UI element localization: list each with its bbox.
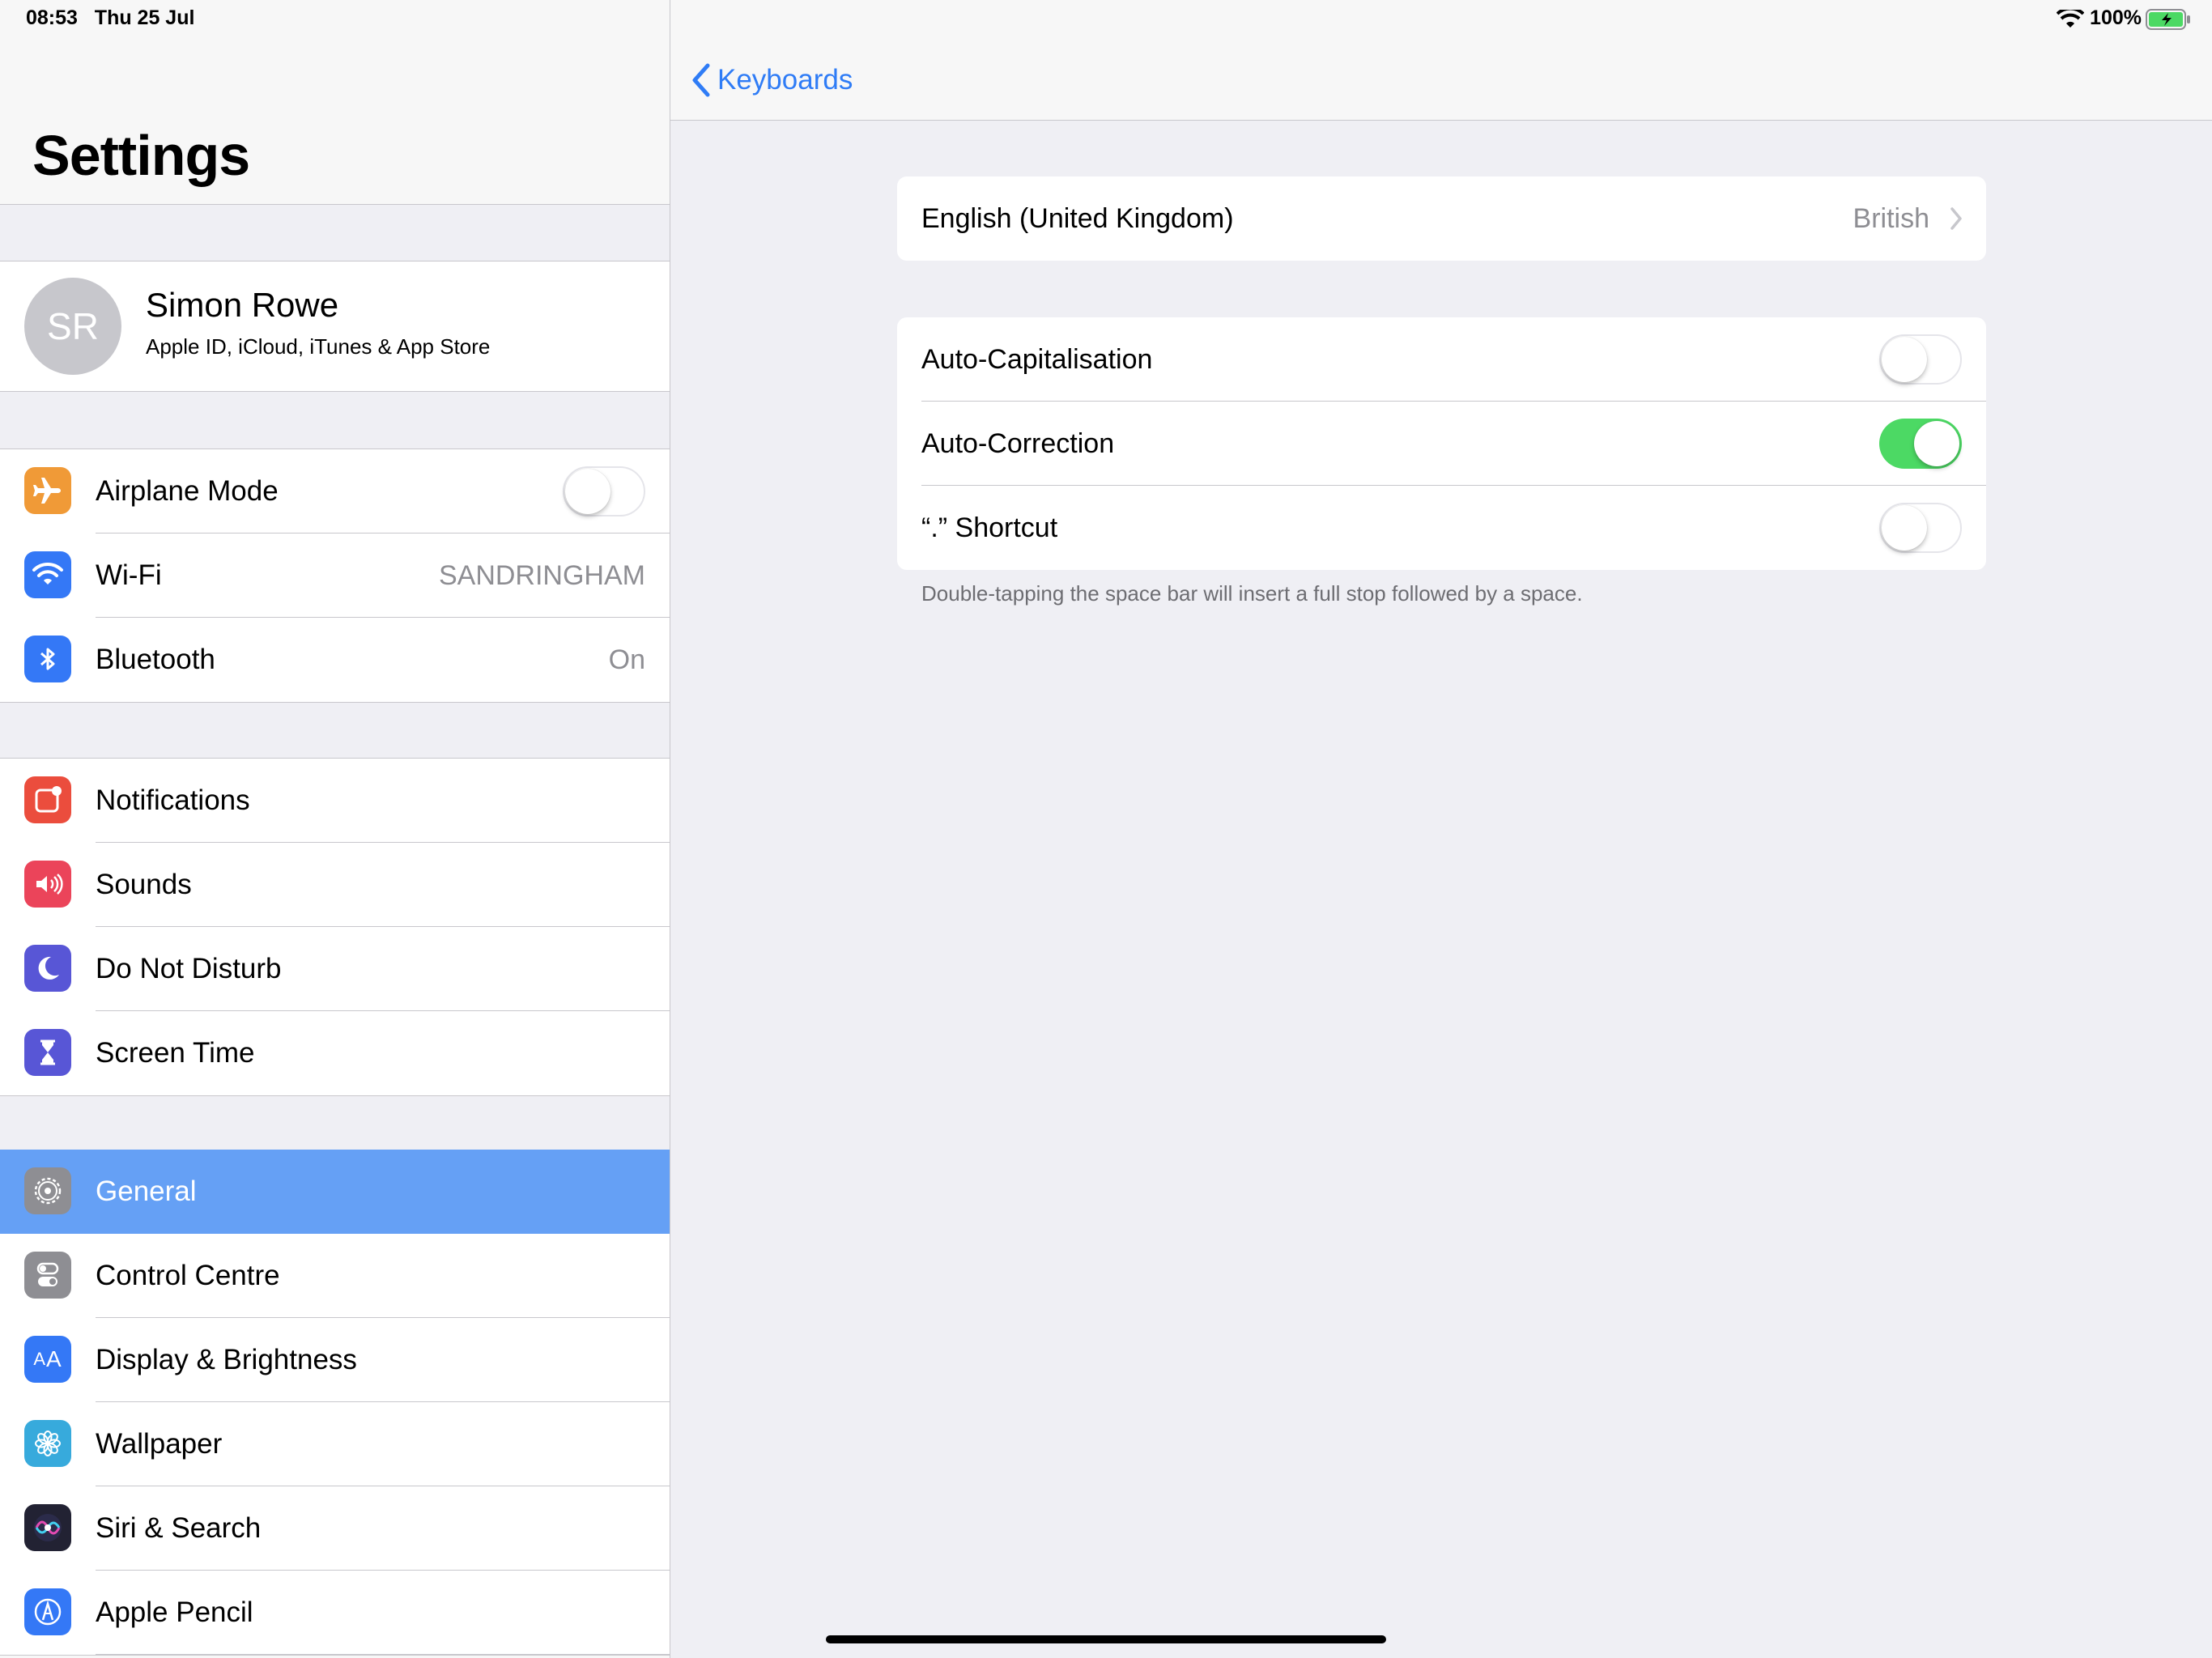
full-stop-shortcut-toggle[interactable] bbox=[1879, 503, 1962, 553]
sidebar-item-wallpaper[interactable]: Wallpaper bbox=[0, 1402, 670, 1486]
sidebar-item-general[interactable]: General bbox=[0, 1150, 670, 1234]
moon-icon bbox=[24, 945, 71, 992]
toggle-knob bbox=[1882, 337, 1927, 382]
toggle-knob bbox=[1914, 421, 1959, 466]
pencil-icon bbox=[24, 1588, 71, 1635]
shortcut-footnote: Double-tapping the space bar will insert… bbox=[921, 581, 1583, 606]
battery-icon bbox=[2146, 9, 2190, 30]
avatar: SR bbox=[24, 278, 121, 375]
language-row[interactable]: English (United Kingdom) British bbox=[897, 176, 1986, 261]
language-card: English (United Kingdom) British bbox=[897, 176, 1986, 261]
section-gap bbox=[0, 205, 670, 261]
toggle-knob bbox=[565, 469, 610, 514]
connectivity-group: Airplane Mode Wi-Fi SANDRINGHAM Bluetoot… bbox=[0, 449, 670, 703]
sidebar-item-apple-pencil[interactable]: Apple Pencil bbox=[0, 1571, 670, 1655]
sidebar-item-label: Notifications bbox=[96, 784, 250, 816]
sidebar-item-label: Display & Brightness bbox=[96, 1344, 357, 1375]
sidebar-item-label: Airplane Mode bbox=[96, 475, 279, 507]
sounds-icon bbox=[24, 861, 71, 908]
bluetooth-icon bbox=[24, 636, 71, 682]
wifi-icon bbox=[24, 551, 71, 598]
sidebar-item-wifi[interactable]: Wi-Fi SANDRINGHAM bbox=[0, 534, 670, 618]
status-bar: 08:53 Thu 25 Jul 100% bbox=[0, 0, 2212, 39]
section-gap bbox=[0, 1096, 670, 1151]
language-value: British bbox=[1853, 203, 1929, 234]
wifi-status-icon bbox=[2057, 10, 2084, 28]
sidebar-item-sounds[interactable]: Sounds bbox=[0, 843, 670, 927]
detail-pane: Keyboards English (United Kingdom) Briti… bbox=[670, 0, 2212, 1658]
keyboard-options-card: Auto-Capitalisation Auto-Correction “.” … bbox=[897, 317, 1986, 570]
sidebar-item-control-centre[interactable]: Control Centre bbox=[0, 1234, 670, 1318]
notifications-group: Notifications Sounds Do Not Disturb Scre… bbox=[0, 758, 670, 1096]
battery-percent: 100% bbox=[2090, 6, 2142, 29]
sidebar-item-label: Sounds bbox=[96, 869, 192, 900]
toggle-knob bbox=[1882, 505, 1927, 551]
divider bbox=[96, 1654, 670, 1655]
sidebar-item-notifications[interactable]: Notifications bbox=[0, 759, 670, 843]
auto-capitalisation-toggle[interactable] bbox=[1879, 334, 1962, 385]
status-time: 08:53 Thu 25 Jul bbox=[26, 6, 195, 29]
sidebar-item-label: Bluetooth bbox=[96, 644, 215, 675]
back-button[interactable]: Keyboards bbox=[690, 60, 853, 100]
profile-row[interactable]: SR Simon Rowe Apple ID, iCloud, iTunes &… bbox=[0, 261, 670, 392]
sidebar-item-bluetooth[interactable]: Bluetooth On bbox=[0, 618, 670, 702]
chevron-right-icon bbox=[1950, 207, 1962, 230]
sidebar-item-do-not-disturb[interactable]: Do Not Disturb bbox=[0, 927, 670, 1011]
full-stop-shortcut-label: “.” Shortcut bbox=[921, 512, 1058, 543]
back-button-label: Keyboards bbox=[717, 64, 853, 96]
auto-correction-row: Auto-Correction bbox=[897, 402, 1986, 486]
display-icon: AA bbox=[24, 1336, 71, 1383]
sidebar-item-display-brightness[interactable]: AA Display & Brightness bbox=[0, 1318, 670, 1402]
sidebar-item-label: Control Centre bbox=[96, 1260, 280, 1291]
general-group: General Control Centre AA Display & Brig… bbox=[0, 1150, 670, 1656]
profile-name: Simon Rowe bbox=[146, 286, 339, 324]
home-indicator[interactable] bbox=[826, 1635, 1386, 1643]
sidebar-item-label: Wi-Fi bbox=[96, 559, 162, 591]
notifications-icon bbox=[24, 776, 71, 823]
auto-correction-label: Auto-Correction bbox=[921, 428, 1115, 459]
auto-capitalisation-label: Auto-Capitalisation bbox=[921, 344, 1153, 375]
sidebar-item-screen-time[interactable]: Screen Time bbox=[0, 1011, 670, 1095]
status-date: Thu 25 Jul bbox=[94, 6, 195, 29]
chevron-left-icon bbox=[692, 63, 710, 97]
wifi-network-value: SANDRINGHAM bbox=[438, 560, 645, 591]
wallpaper-icon bbox=[24, 1420, 71, 1467]
profile-subtitle: Apple ID, iCloud, iTunes & App Store bbox=[146, 334, 491, 359]
settings-sidebar: Settings SR Simon Rowe Apple ID, iCloud,… bbox=[0, 0, 670, 1658]
hourglass-icon bbox=[24, 1029, 71, 1076]
sidebar-item-label: Apple Pencil bbox=[96, 1596, 253, 1628]
sidebar-item-label: Do Not Disturb bbox=[96, 953, 282, 984]
sidebar-item-label: Screen Time bbox=[96, 1037, 255, 1069]
language-label: English (United Kingdom) bbox=[921, 203, 1234, 234]
sidebar-item-siri-search[interactable]: Siri & Search bbox=[0, 1486, 670, 1571]
auto-capitalisation-row: Auto-Capitalisation bbox=[897, 317, 1986, 402]
section-gap bbox=[0, 392, 670, 449]
control-centre-icon bbox=[24, 1252, 71, 1299]
page-title: Settings bbox=[32, 124, 250, 187]
sidebar-item-label: Wallpaper bbox=[96, 1428, 223, 1460]
gear-icon bbox=[24, 1167, 71, 1214]
auto-correction-toggle[interactable] bbox=[1879, 419, 1962, 469]
sidebar-item-label: Siri & Search bbox=[96, 1512, 262, 1544]
airplane-icon bbox=[24, 467, 71, 514]
full-stop-shortcut-row: “.” Shortcut bbox=[897, 486, 1986, 570]
airplane-mode-toggle[interactable] bbox=[563, 466, 645, 517]
sidebar-item-airplane-mode[interactable]: Airplane Mode bbox=[0, 449, 670, 534]
siri-icon bbox=[24, 1504, 71, 1551]
sidebar-item-label: General bbox=[96, 1175, 197, 1207]
section-gap bbox=[0, 703, 670, 758]
bluetooth-status-value: On bbox=[608, 644, 645, 675]
